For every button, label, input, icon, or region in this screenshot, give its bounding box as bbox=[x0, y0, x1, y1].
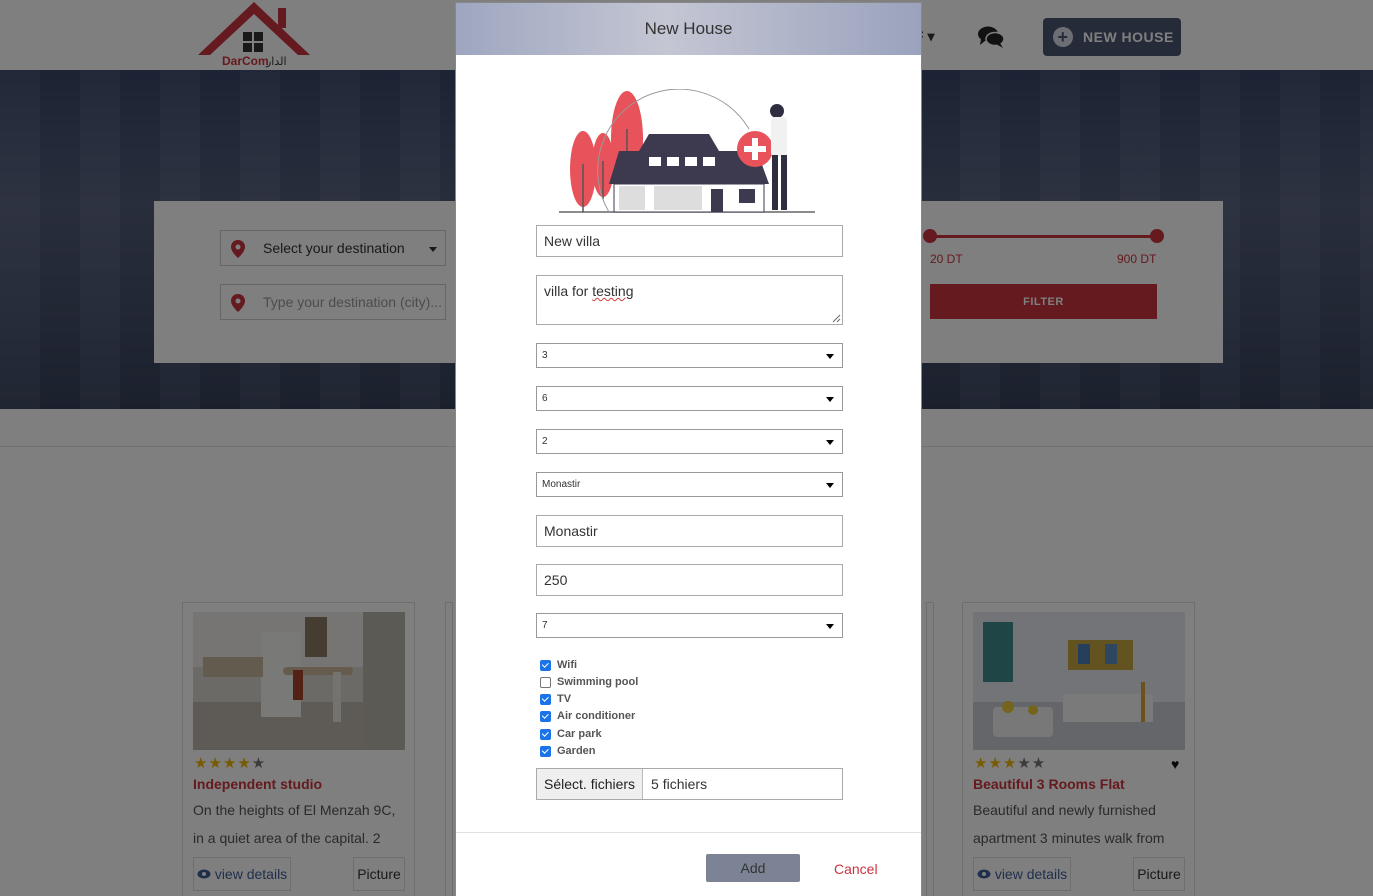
tv-checkbox[interactable] bbox=[540, 693, 551, 705]
resize-handle-icon[interactable] bbox=[831, 313, 841, 323]
garden-checkbox[interactable] bbox=[540, 745, 551, 757]
swimming-pool-checkbox[interactable] bbox=[540, 676, 551, 688]
rooms-select[interactable]: 3 bbox=[536, 343, 843, 368]
bathrooms-select[interactable]: 2 bbox=[536, 429, 843, 454]
file-upload-input[interactable]: Sélect. fichiers 5 fichiers bbox=[536, 768, 843, 800]
bathrooms-select-value: 2 bbox=[542, 436, 548, 447]
amenity-label: Air conditioner bbox=[557, 710, 636, 722]
new-house-modal: New House New villa villa for testing 3 … bbox=[455, 2, 922, 896]
amenity-label: Wifi bbox=[557, 659, 578, 671]
choose-files-button[interactable]: Sélect. fichiers bbox=[537, 769, 644, 799]
beds-select-value: 6 bbox=[542, 393, 548, 404]
amenity-label: TV bbox=[557, 693, 572, 705]
price-input[interactable]: 250 bbox=[536, 564, 843, 596]
description-value: villa for testing bbox=[544, 283, 633, 299]
car-park-checkbox[interactable] bbox=[540, 728, 551, 740]
amenity-label: Swimming pool bbox=[557, 676, 639, 688]
amenity-label: Garden bbox=[557, 745, 596, 757]
wifi-checkbox[interactable] bbox=[540, 659, 551, 671]
description-textarea[interactable]: villa for testing bbox=[536, 275, 843, 325]
amenity-wifi[interactable]: Wifi bbox=[540, 657, 577, 673]
beds-select[interactable]: 6 bbox=[536, 386, 843, 411]
amenity-air-conditioner[interactable]: Air conditioner bbox=[540, 708, 635, 724]
amenity-swimming-pool[interactable]: Swimming pool bbox=[540, 674, 638, 690]
modal-header: New House bbox=[456, 3, 921, 55]
file-count-label: 5 fichiers bbox=[651, 776, 708, 792]
add-house-illustration bbox=[559, 89, 815, 213]
amenity-car-park[interactable]: Car park bbox=[540, 726, 602, 742]
city-select-value: Monastir bbox=[542, 479, 581, 490]
address-input[interactable]: Monastir bbox=[536, 515, 843, 547]
air-conditioner-checkbox[interactable] bbox=[540, 710, 551, 722]
cancel-button[interactable]: Cancel bbox=[834, 861, 878, 877]
amenity-tv[interactable]: TV bbox=[540, 691, 571, 707]
description-text: villa for bbox=[544, 283, 593, 299]
address-value: Monastir bbox=[544, 523, 598, 539]
rooms-select-value: 3 bbox=[542, 350, 548, 361]
capacity-select-value: 7 bbox=[542, 620, 548, 631]
price-value: 250 bbox=[544, 572, 568, 588]
amenity-label: Car park bbox=[557, 728, 602, 740]
capacity-select[interactable]: 7 bbox=[536, 613, 843, 638]
house-name-value: New villa bbox=[544, 233, 601, 249]
city-select[interactable]: Monastir bbox=[536, 472, 843, 497]
house-name-input[interactable]: New villa bbox=[536, 225, 843, 257]
modal-footer-divider bbox=[456, 832, 921, 833]
add-button[interactable]: Add bbox=[706, 854, 800, 882]
modal-title: New House bbox=[644, 19, 733, 38]
amenity-garden[interactable]: Garden bbox=[540, 743, 596, 759]
description-misspelled-word: testing bbox=[592, 283, 634, 299]
